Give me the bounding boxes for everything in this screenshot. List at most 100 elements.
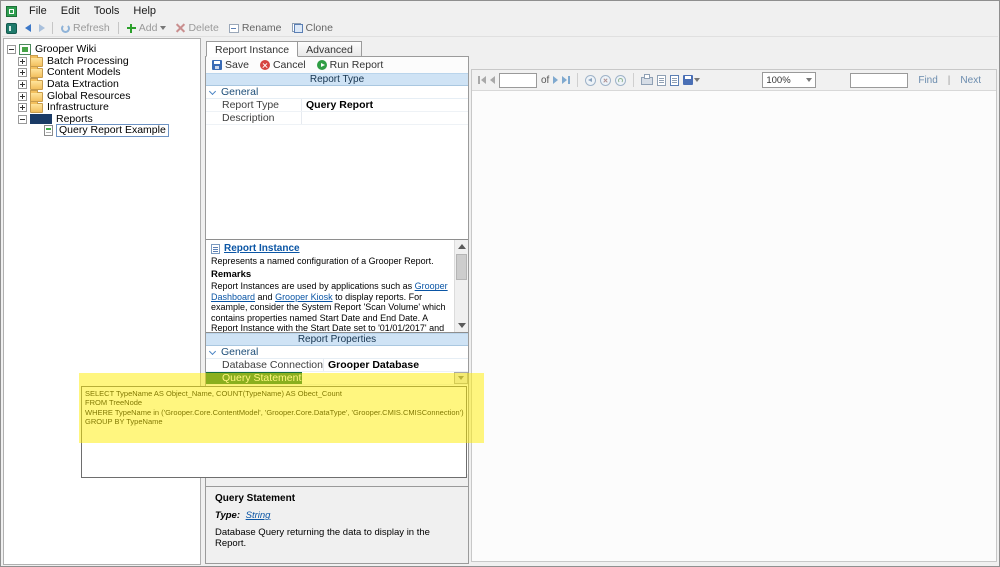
- expand-icon[interactable]: [18, 68, 27, 78]
- tree-node-reports[interactable]: Reports: [4, 113, 200, 126]
- refresh-icon: [61, 23, 70, 33]
- tree-node-batch-processing[interactable]: Batch Processing: [4, 54, 200, 68]
- chevron-down-icon: [208, 347, 217, 355]
- toolbar-separator: [577, 73, 579, 87]
- collapse-icon[interactable]: [7, 45, 16, 55]
- export-icon: [683, 75, 694, 85]
- tree-node-grooper-wiki[interactable]: Grooper Wiki: [4, 44, 200, 56]
- editor-panel: Report Instance Advanced Save Cancel Run…: [205, 41, 469, 564]
- last-page-icon[interactable]: [562, 76, 571, 84]
- run-report-button[interactable]: Run Report: [316, 59, 383, 71]
- next-page-icon[interactable]: [553, 76, 559, 84]
- report-type-property-grid: General Report Type Query Report Descrip…: [206, 86, 468, 239]
- scroll-down-icon[interactable]: [458, 323, 466, 328]
- menu-file[interactable]: File: [22, 3, 54, 19]
- report-document-icon: [44, 125, 53, 137]
- query-statement-editor-popup[interactable]: SELECT TypeName AS Object_Name, COUNT(Ty…: [81, 386, 467, 478]
- previous-page-icon[interactable]: [490, 76, 495, 84]
- tree-node-global-resources[interactable]: Global Resources: [4, 89, 200, 102]
- tree-panel: Grooper Wiki Batch Processing Content Mo…: [3, 38, 201, 565]
- query-statement-dropdown-button[interactable]: [454, 372, 468, 384]
- forward-icon[interactable]: [39, 24, 45, 32]
- report-instance-link[interactable]: Report Instance: [224, 243, 300, 254]
- grooper-kiosk-link[interactable]: Grooper Kiosk: [275, 292, 333, 302]
- find-next-separator: |: [947, 74, 951, 86]
- report-viewer-panel: of 100% Find | Next: [471, 41, 999, 564]
- property-type-line: Type: String: [215, 510, 271, 521]
- tab-report-instance[interactable]: Report Instance: [206, 41, 299, 57]
- find-input[interactable]: [850, 72, 909, 88]
- find-link[interactable]: Find: [918, 75, 937, 86]
- property-row-database-connection[interactable]: Database Connection Grooper Database: [206, 359, 468, 372]
- folder-icon: [30, 54, 43, 67]
- report-type-header: Report Type: [206, 73, 468, 86]
- string-type-link[interactable]: String: [246, 510, 271, 521]
- chevron-down-icon: [208, 87, 217, 95]
- menu-edit[interactable]: Edit: [54, 3, 87, 19]
- add-dropdown-caret-icon[interactable]: [160, 26, 167, 30]
- of-label: of: [541, 74, 550, 86]
- grooper-wiki-icon: [19, 44, 31, 56]
- refresh-button[interactable]: Refresh: [56, 21, 115, 36]
- first-page-icon[interactable]: [478, 76, 486, 84]
- expand-icon[interactable]: [18, 103, 27, 113]
- back-icon[interactable]: [25, 24, 31, 32]
- dropdown-caret-icon: [458, 376, 464, 380]
- refresh-report-icon[interactable]: [615, 74, 627, 86]
- clone-button[interactable]: Clone: [287, 21, 338, 36]
- tree-node-data-extraction[interactable]: Data Extraction: [4, 78, 200, 91]
- remarks-text: Report Instances are used by application…: [211, 281, 448, 333]
- tree-node-query-report-example[interactable]: Query Report Example: [4, 124, 200, 138]
- menu-bar: File Edit Tools Help: [2, 2, 998, 20]
- navigation-pane-icon[interactable]: [6, 22, 17, 34]
- tab-advanced[interactable]: Advanced: [297, 41, 362, 57]
- rename-button[interactable]: Rename: [224, 21, 287, 36]
- scrollbar-thumb[interactable]: [456, 254, 467, 280]
- editor-toolbar: Save Cancel Run Report: [206, 57, 468, 73]
- menu-tools[interactable]: Tools: [87, 3, 127, 19]
- print-icon[interactable]: [641, 74, 654, 85]
- collapse-icon[interactable]: [18, 114, 27, 124]
- tree-node-content-models[interactable]: Content Models: [4, 66, 200, 79]
- cancel-icon: [259, 60, 270, 70]
- page-number-input[interactable]: [499, 72, 537, 88]
- scroll-up-icon[interactable]: [458, 244, 466, 249]
- zoom-select[interactable]: 100%: [762, 72, 817, 88]
- property-row-query-statement[interactable]: Query Statement: [206, 372, 468, 385]
- stop-rendering-icon[interactable]: [600, 74, 612, 86]
- app-icon: [6, 5, 17, 17]
- export-button[interactable]: [683, 75, 701, 85]
- folder-icon: [30, 101, 43, 114]
- tree-node-infrastructure[interactable]: Infrastructure: [4, 101, 200, 114]
- category-row-general[interactable]: General: [206, 86, 468, 99]
- save-button[interactable]: Save: [212, 59, 249, 71]
- menu-help[interactable]: Help: [126, 3, 163, 19]
- property-help-description: Database Query returning the data to dis…: [215, 527, 430, 549]
- report-viewer-toolbar: of 100% Find | Next: [472, 70, 996, 91]
- print-layout-icon[interactable]: [657, 74, 667, 86]
- class-help-panel: Report Instance Represents a named confi…: [206, 239, 468, 333]
- property-row-report-type[interactable]: Report Type Query Report: [206, 99, 468, 112]
- main-toolbar: Refresh Add Delete Rename Clone: [2, 20, 998, 37]
- rename-icon: [228, 23, 239, 33]
- cancel-button[interactable]: Cancel: [259, 59, 306, 71]
- delete-button[interactable]: Delete: [171, 21, 223, 36]
- folder-icon: [30, 78, 43, 91]
- help-scrollbar[interactable]: [454, 240, 468, 332]
- add-button[interactable]: Add: [122, 21, 172, 36]
- page-setup-icon[interactable]: [670, 74, 680, 86]
- folder-icon: [30, 89, 43, 102]
- remarks-heading: Remarks: [211, 269, 252, 281]
- toolbar-separator: [633, 73, 635, 87]
- help-title-row: Report Instance: [211, 243, 450, 254]
- category-row-general[interactable]: General: [206, 346, 468, 359]
- next-link[interactable]: Next: [960, 75, 981, 86]
- back-to-parent-icon[interactable]: [585, 74, 597, 86]
- expand-icon[interactable]: [18, 56, 27, 66]
- expand-icon[interactable]: [18, 80, 27, 90]
- zoom-caret-icon: [806, 78, 813, 82]
- report-viewer: of 100% Find | Next: [471, 69, 997, 562]
- export-caret-icon: [694, 78, 701, 82]
- property-row-description[interactable]: Description: [206, 112, 468, 125]
- expand-icon[interactable]: [18, 91, 27, 101]
